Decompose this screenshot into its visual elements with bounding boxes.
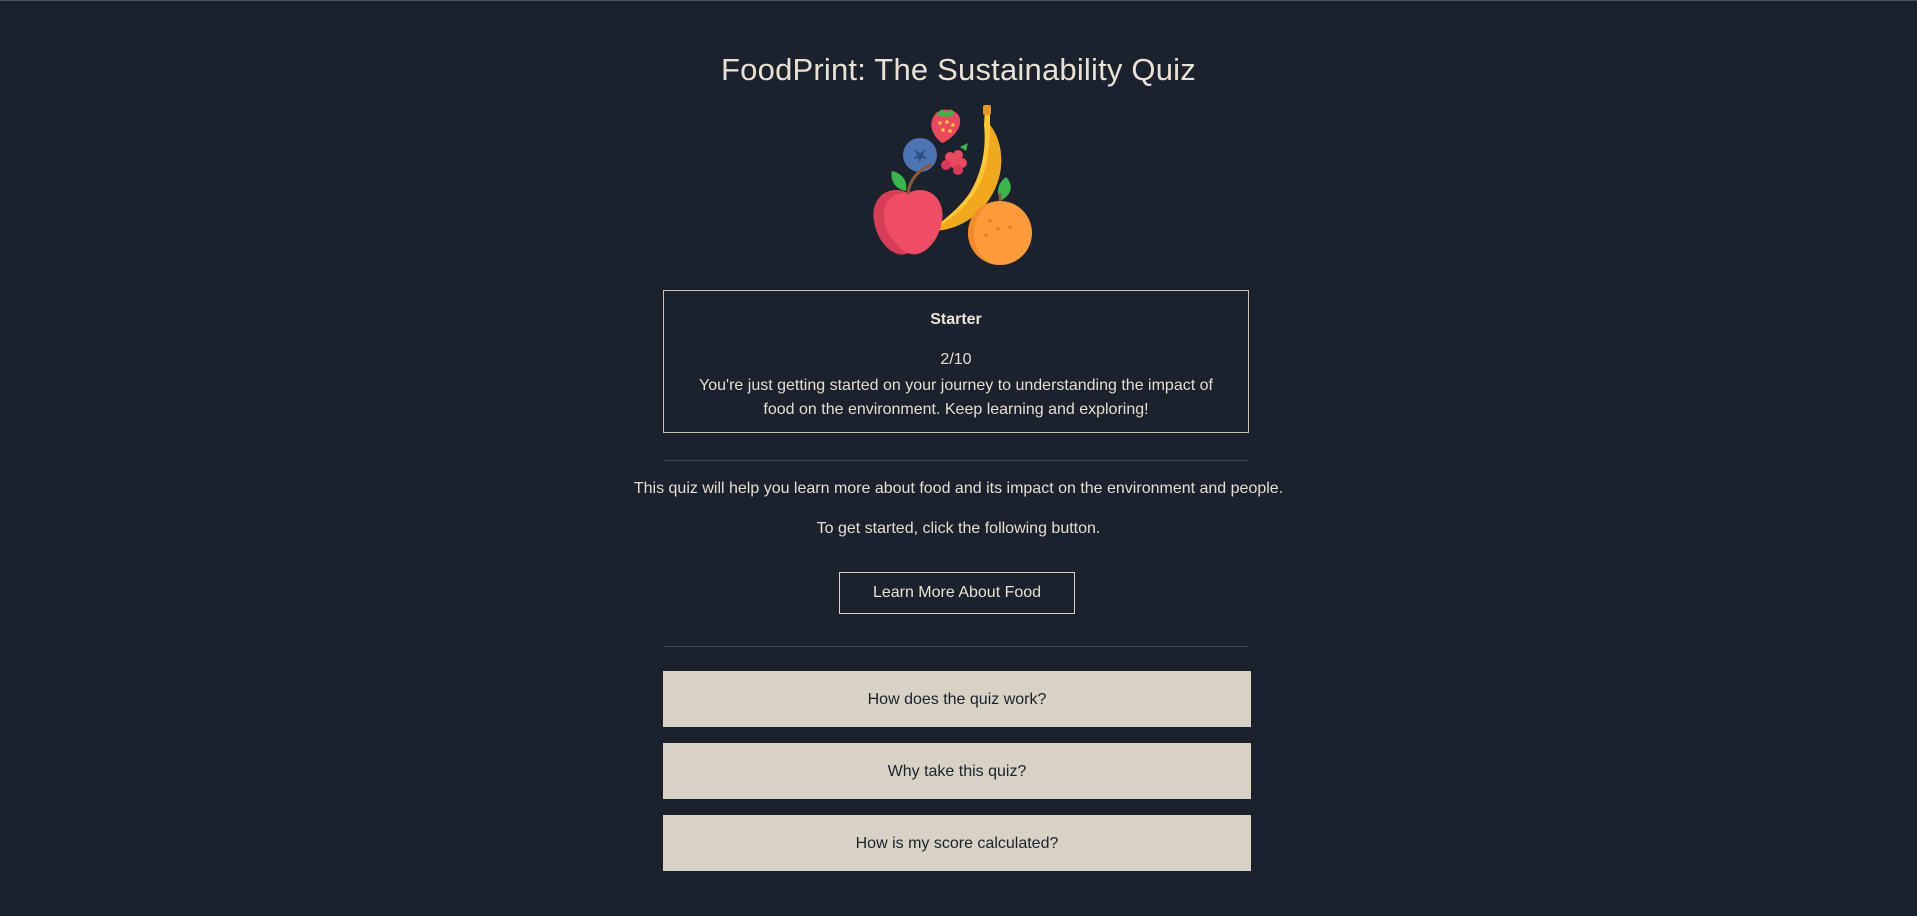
learn-more-button[interactable]: Learn More About Food — [839, 572, 1075, 614]
score-level: Starter — [930, 311, 982, 328]
fruits-icon — [873, 105, 1032, 265]
divider — [663, 460, 1249, 461]
intro-text: This quiz will help you learn more about… — [633, 480, 1284, 497]
page: FoodPrint: The Sustainability Quiz Start… — [0, 0, 1917, 916]
top-border — [0, 0, 1917, 1]
faq-how-quiz-works[interactable]: How does the quiz work? — [663, 671, 1251, 727]
get-started-text: To get started, click the following butt… — [816, 520, 1101, 537]
page-title: FoodPrint: The Sustainability Quiz — [721, 52, 1196, 87]
faq-why-take-quiz[interactable]: Why take this quiz? — [663, 743, 1251, 799]
score-value: 2/10 — [940, 351, 972, 368]
score-description: You're just getting started on your jour… — [699, 377, 1213, 418]
score-card: Starter 2/10 You're just getting started… — [663, 290, 1249, 433]
divider — [663, 646, 1249, 647]
faq-score-calculation[interactable]: How is my score calculated? — [663, 815, 1251, 871]
